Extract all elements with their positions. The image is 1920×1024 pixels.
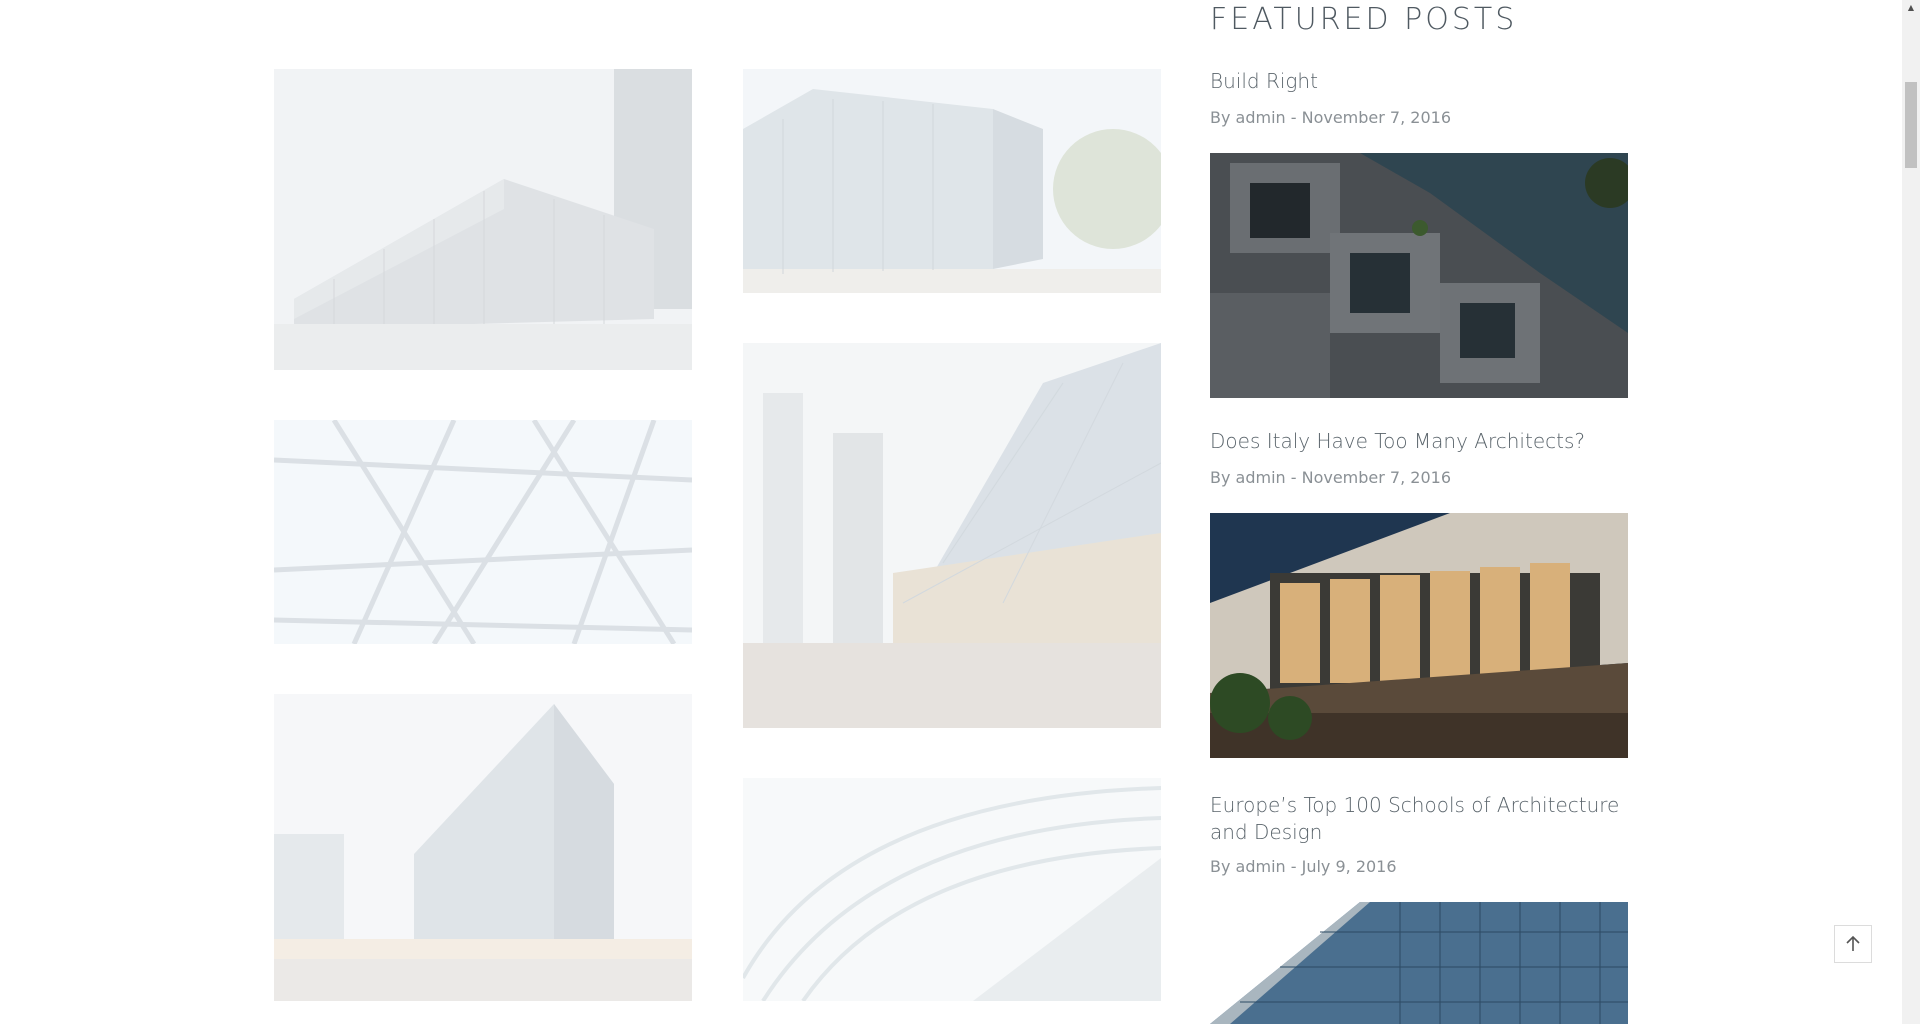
scroll-up-arrow-icon[interactable]: ▲ [1902,0,1920,14]
page: FEATURED POSTS Build Right By admin - No… [0,0,1920,1024]
gallery-image-skyline-glass[interactable] [743,343,1161,728]
post-image-apartment[interactable] [1210,153,1628,398]
post-title-italy-architects[interactable]: Does Italy Have Too Many Architects? [1210,428,1628,455]
post-title-top-100-schools[interactable]: Europe’s Top 100 Schools of Architecture… [1210,792,1628,846]
gallery-image-office-building[interactable] [274,69,692,370]
post-image-villa[interactable] [1210,513,1628,758]
post-meta: By admin - November 7, 2016 [1210,108,1451,127]
gallery-image-glass-offices[interactable] [743,69,1161,293]
scrollbar-thumb[interactable] [1905,82,1917,168]
post-meta: By admin - July 9, 2016 [1210,857,1397,876]
back-to-top-button[interactable] [1834,925,1872,963]
arrow-up-icon [1846,935,1860,951]
post-title-build-right[interactable]: Build Right [1210,68,1628,95]
post-meta: By admin - November 7, 2016 [1210,468,1451,487]
scrollbar[interactable]: ▲ [1902,0,1920,1024]
featured-posts-heading: FEATURED POSTS [1210,2,1518,37]
gallery-image-tunnel-walkway[interactable] [743,778,1161,1001]
post-image-glass-facade[interactable] [1210,902,1628,1024]
gallery-image-glass-cube-building[interactable] [274,694,692,1001]
gallery-image-glass-dome[interactable] [274,420,692,644]
